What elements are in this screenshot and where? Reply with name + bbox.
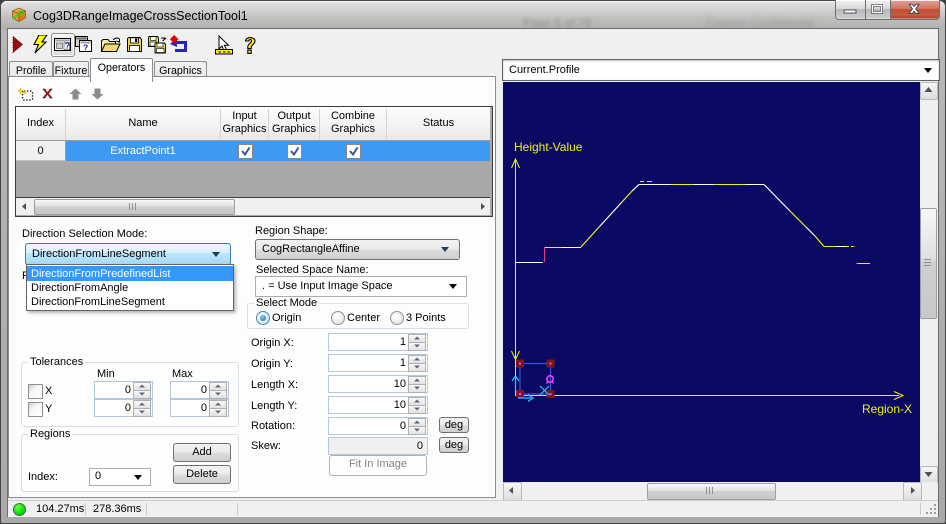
svg-text:?: ? [65, 41, 70, 51]
svg-text:Height-Value: Height-Value [514, 140, 583, 154]
svg-text:?: ? [83, 43, 88, 53]
svg-text:Region-X: Region-X [862, 402, 912, 416]
